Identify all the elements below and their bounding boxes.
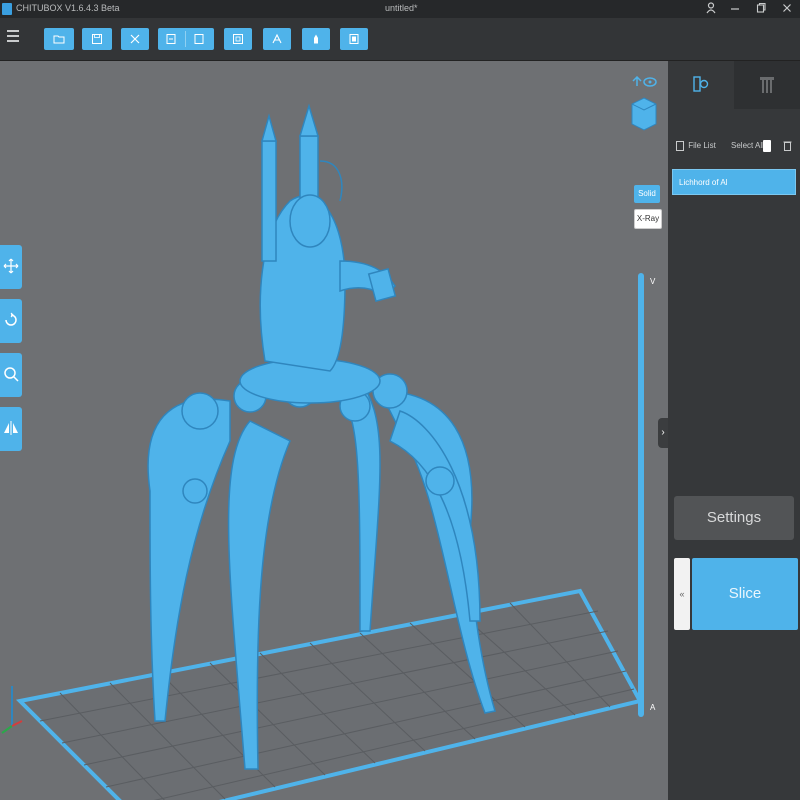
cut-icon — [130, 34, 140, 44]
mirror-icon — [4, 421, 18, 435]
minimize-icon[interactable] — [728, 2, 742, 16]
user-icon[interactable] — [704, 2, 718, 16]
build-plate — [15, 588, 644, 800]
support-icon — [314, 34, 318, 44]
restore-icon[interactable] — [754, 2, 768, 16]
model-tools-group — [158, 28, 214, 50]
slice-controls: « Slice — [674, 558, 798, 630]
rotate-icon — [5, 312, 17, 326]
support-button[interactable] — [302, 28, 330, 50]
trash-icon[interactable] — [783, 140, 792, 153]
select-all-label: Select All — [731, 141, 764, 150]
file-list-label: File List — [688, 141, 716, 151]
hollow-button[interactable] — [224, 28, 252, 50]
export-button[interactable] — [340, 28, 368, 50]
solid-view-button[interactable]: Solid — [634, 185, 660, 203]
home-view-icon — [632, 75, 642, 86]
open-icon — [53, 35, 65, 44]
view-cube[interactable] — [630, 75, 658, 134]
layer-slider[interactable] — [638, 273, 644, 717]
select-all-checkbox[interactable] — [763, 140, 771, 152]
3d-viewport[interactable]: Solid X-Ray V A — [0, 61, 668, 800]
cut-button[interactable] — [121, 28, 149, 50]
text-icon — [272, 33, 282, 44]
file-list-icon — [676, 141, 684, 151]
cube-icon — [631, 97, 657, 131]
panel-collapse-handle[interactable]: › — [658, 418, 668, 448]
file-list-header: File List Select All — [676, 140, 796, 157]
model-settings-tab[interactable] — [668, 61, 734, 109]
new-model-icon[interactable] — [165, 33, 177, 45]
settings-button[interactable]: Settings — [674, 496, 794, 540]
slice-button[interactable]: Slice — [692, 558, 798, 630]
export-icon — [349, 34, 359, 44]
right-panel: File List Select All Lichhord of Al Sett… — [668, 61, 800, 800]
move-tool-button[interactable] — [0, 245, 22, 289]
save-icon — [92, 34, 102, 44]
layer-slider-bottom-label: A — [650, 703, 656, 712]
title-bar: CHITUBOX V1.6.4.3 Beta untitled* — [0, 0, 800, 18]
scale-icon — [4, 367, 19, 382]
supports-tab[interactable] — [734, 61, 800, 109]
supports-icon — [760, 77, 774, 93]
app-title: CHITUBOX V1.6.4.3 Beta — [16, 3, 120, 13]
xray-view-button[interactable]: X-Ray — [634, 209, 662, 229]
model-settings-icon — [693, 76, 709, 92]
axis-gizmo — [1, 686, 23, 734]
scene-canvas[interactable] — [0, 61, 668, 800]
main-toolbar — [0, 18, 800, 61]
slice-options-toggle[interactable]: « — [674, 558, 690, 630]
open-file-button[interactable] — [44, 28, 74, 50]
copy-model-icon[interactable] — [193, 33, 205, 45]
document-title: untitled* — [385, 3, 418, 13]
text-tool-button[interactable] — [263, 28, 291, 50]
hollow-icon — [233, 34, 243, 44]
app-logo-icon — [2, 3, 12, 15]
file-list-item[interactable]: Lichhord of Al — [672, 169, 796, 195]
rotate-tool-button[interactable] — [0, 299, 22, 343]
move-icon — [3, 258, 19, 274]
mirror-tool-button[interactable] — [0, 407, 22, 451]
save-button[interactable] — [82, 28, 112, 50]
hamburger-menu-icon[interactable] — [7, 30, 23, 44]
layer-slider-top-label: V — [650, 277, 656, 286]
close-icon[interactable] — [780, 2, 794, 16]
scale-tool-button[interactable] — [0, 353, 22, 397]
